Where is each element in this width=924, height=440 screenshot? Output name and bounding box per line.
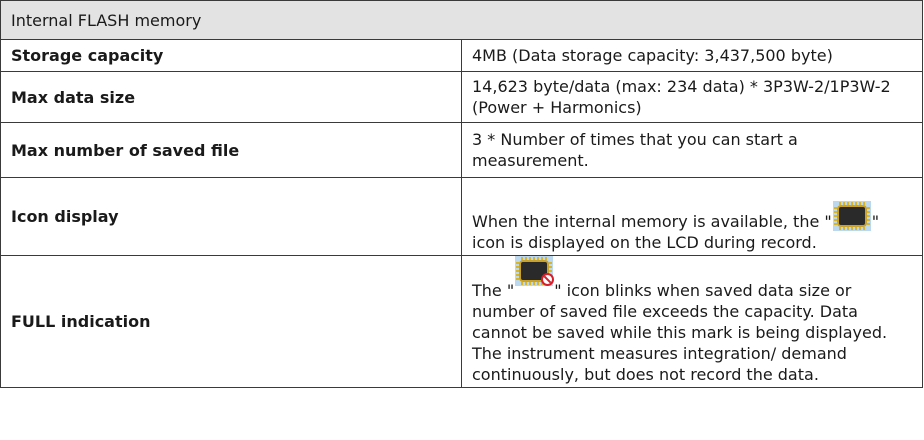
row-label: FULL indication [0,255,462,388]
row-label: Icon display [0,177,462,256]
value-text-after-icon: " icon blinks when saved data size or nu… [472,281,888,384]
table-header-row: Internal FLASH memory [0,0,923,40]
row-value: 4MB (Data storage capacity: 3,437,500 by… [461,39,923,72]
row-value: When the internal memory is available, t… [461,177,923,256]
flash-memory-spec-table: Internal FLASH memory Storage capacity 4… [0,0,923,388]
table-row: Storage capacity 4MB (Data storage capac… [0,39,923,72]
table-row: Icon display When the internal memory is… [0,177,923,256]
row-label: Max data size [0,71,462,123]
table-row: Max number of saved file 3 * Number of t… [0,122,923,178]
value-text-before-icon: The " [472,281,515,300]
row-value: 14,623 byte/data (max: 234 data) * 3P3W-… [461,71,923,123]
table-title: Internal FLASH memory [0,0,923,40]
value-text-before-icon: When the internal memory is available, t… [472,212,832,231]
row-label: Max number of saved file [0,122,462,178]
table-row: Max data size 14,623 byte/data (max: 234… [0,71,923,123]
row-value: 3 * Number of times that you can start a… [461,122,923,178]
row-value: The " " icon blinks when saved data size … [461,255,923,388]
memory-full-icon [515,256,555,286]
table-row: FULL indication The " " icon blinks when … [0,255,923,388]
memory-chip-icon [832,201,871,231]
row-label: Storage capacity [0,39,462,72]
